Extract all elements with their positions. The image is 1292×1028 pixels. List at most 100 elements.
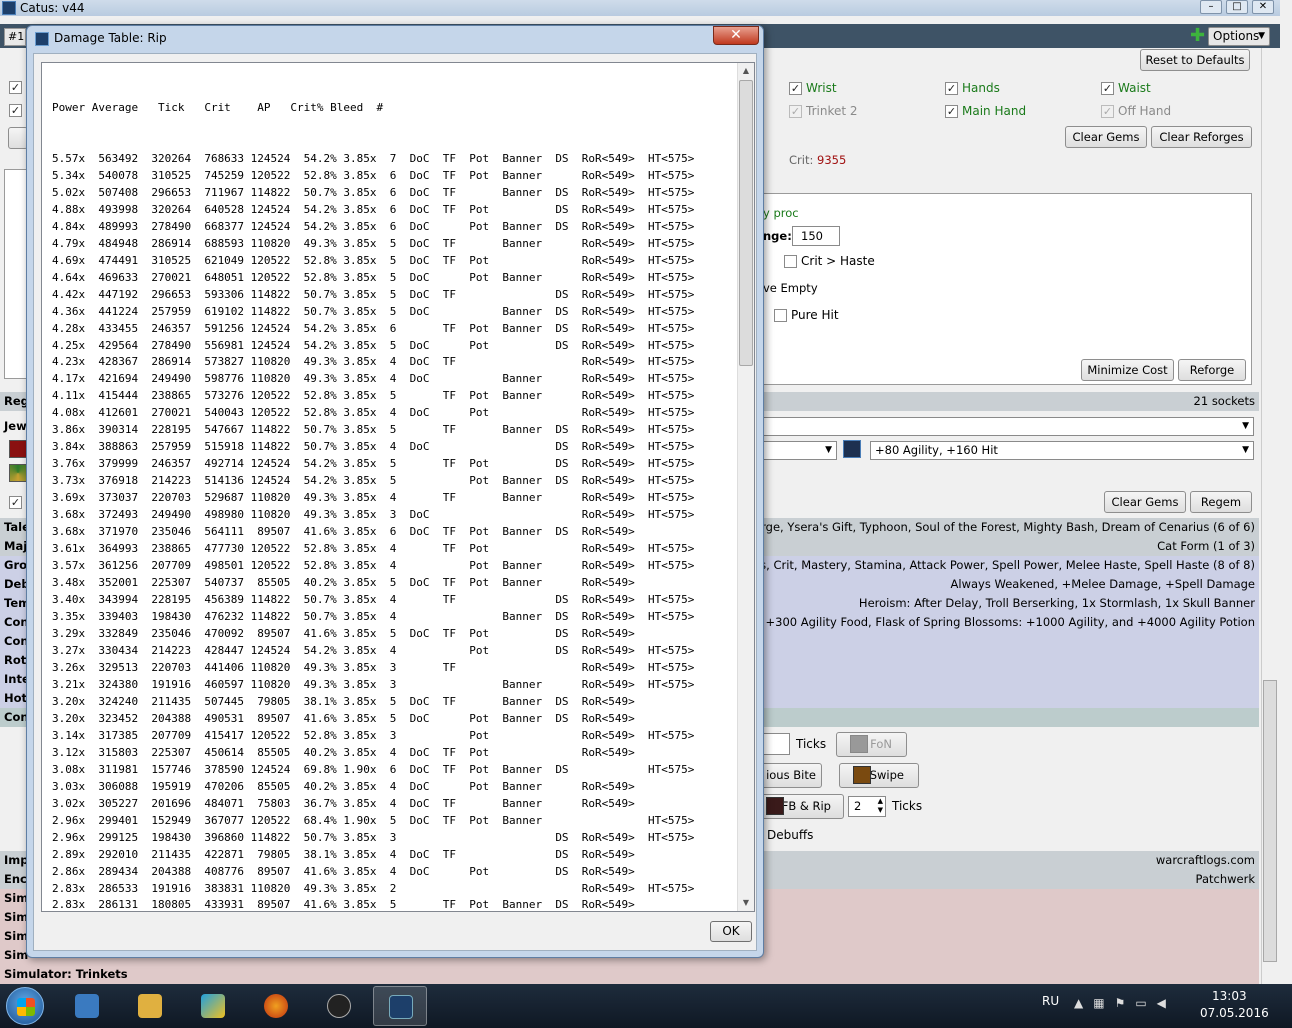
ticks-stepper[interactable] <box>760 733 790 755</box>
main-scrollbar-thumb[interactable] <box>1263 680 1277 962</box>
fb-rip-label: FB & Rip <box>781 799 831 813</box>
damage-table-text[interactable]: Power Average Tick Crit AP Crit% Bleed #… <box>41 62 755 912</box>
scroll-down-icon[interactable]: ▼ <box>738 895 754 911</box>
gem-stats-select[interactable]: +80 Agility, +160 Hit ▼ <box>870 441 1254 460</box>
damage-table-lines: Power Average Tick Crit AP Crit% Bleed #… <box>52 66 695 911</box>
ok-button[interactable]: OK <box>710 921 752 942</box>
table-row: 4.64x 469633 270021 648051 120522 52.8% … <box>52 270 695 284</box>
swipe-label: Swipe <box>869 768 904 782</box>
debuffs-label: Debuffs <box>767 828 814 842</box>
taskbar-catus[interactable] <box>373 986 427 1026</box>
taskbar-firefox[interactable] <box>249 986 303 1026</box>
table-row: 3.68x 372493 249490 498980 110820 49.3% … <box>52 508 695 522</box>
main-scrollbar[interactable] <box>1261 48 1278 984</box>
stepper-arrows-icon[interactable]: ▲ ▼ <box>878 797 883 815</box>
table-rows: 5.57x 563492 320264 768633 124524 54.2% … <box>52 151 695 911</box>
swipe-button[interactable]: Swipe <box>839 763 919 788</box>
profile-tab[interactable]: #1 <box>4 28 26 46</box>
firefox-icon <box>264 994 288 1018</box>
off-hand-checkbox[interactable]: ✓ Off Hand <box>1101 104 1171 118</box>
prismatic-gem-icon <box>9 464 27 482</box>
damage-table-dialog: Damage Table: Rip ✕ Power Average Tick C… <box>26 25 764 958</box>
triangle-app-icon <box>201 994 225 1018</box>
taskbar-simulationcraft[interactable] <box>312 986 366 1026</box>
left-button-fragment[interactable] <box>8 127 28 149</box>
table-row: 4.17x 421694 249490 598776 110820 49.3% … <box>52 372 695 386</box>
waist-checkbox[interactable]: ✓ Waist <box>1101 81 1151 95</box>
ferocious-bite-button[interactable]: ious Bite <box>760 763 822 788</box>
table-row: 3.14x 317385 207709 415417 120522 52.8% … <box>52 728 695 742</box>
table-row: 3.48x 352001 225307 540737 85505 40.2% 3… <box>52 576 635 590</box>
table-row: 4.84x 489993 278490 668377 124524 54.2% … <box>52 219 695 233</box>
clear-gems-button[interactable]: Clear Gems <box>1065 126 1147 148</box>
table-row: 3.35x 339403 198430 476232 114822 50.7% … <box>52 610 695 623</box>
table-row: 3.20x 323452 204388 490531 89507 41.6% 3… <box>52 711 635 725</box>
gem-preset-select[interactable]: ▼ <box>760 417 1254 436</box>
table-row: 2.86x 289434 204388 408776 89507 41.6% 3… <box>52 864 635 878</box>
options-dropdown[interactable]: Options ▼ <box>1208 27 1270 46</box>
maximize-window-button[interactable]: □ <box>1226 0 1248 14</box>
close-window-button[interactable]: ✕ <box>1252 0 1274 14</box>
media-player-icon <box>75 994 99 1018</box>
dialog-scrollbar[interactable]: ▲ ▼ <box>737 63 754 911</box>
tray-icons[interactable]: ▲▦⚑▭◀ <box>1074 996 1176 1010</box>
taskbar-file-explorer[interactable] <box>123 986 177 1026</box>
table-row: 3.73x 376918 214223 514136 124524 54.2% … <box>52 474 695 488</box>
minimize-cost-button[interactable]: Minimize Cost <box>1081 359 1174 381</box>
gem-icon <box>843 440 861 458</box>
taskbar-media-player[interactable] <box>60 986 114 1026</box>
scroll-up-icon[interactable]: ▲ <box>738 63 754 79</box>
regem-button[interactable]: Regem <box>1190 491 1252 513</box>
rip-icon <box>766 797 784 815</box>
options-label: Options <box>1213 29 1260 43</box>
crit-haste-checkbox[interactable]: Crit > Haste <box>784 254 875 268</box>
table-row: 3.76x 379999 246357 492714 124524 54.2% … <box>52 457 695 471</box>
table-row: 5.34x 540078 310525 745259 120522 52.8% … <box>52 168 695 182</box>
gem-stats-label: +80 Agility, +160 Hit <box>875 443 998 457</box>
language-indicator[interactable]: RU <box>1042 994 1059 1008</box>
gem-checkbox[interactable]: ✓ <box>9 496 22 509</box>
fon-button[interactable]: FoN <box>836 732 907 757</box>
reforge-button[interactable]: Reforge <box>1178 359 1246 381</box>
folder-icon <box>138 994 162 1018</box>
reset-defaults-button[interactable]: Reset to Defaults <box>1140 49 1250 71</box>
trinket2-checkbox[interactable]: ✓ Trinket 2 <box>789 104 858 118</box>
left-checkbox-2[interactable]: ✓ <box>9 104 22 117</box>
hands-checkbox[interactable]: ✓ Hands <box>945 81 1000 95</box>
dialog-scrollbar-thumb[interactable] <box>739 80 753 366</box>
table-row: 4.11x 415444 238865 573276 120522 52.8% … <box>52 389 695 403</box>
dialog-icon <box>35 32 49 46</box>
gem-type-select[interactable]: ▼ <box>760 441 837 460</box>
crit-value: 9355 <box>817 153 847 167</box>
main-hand-checkbox[interactable]: ✓ Main Hand <box>945 104 1026 118</box>
ticks-label-2: Ticks <box>892 799 923 813</box>
table-row: 2.96x 299125 198430 396860 114822 50.7% … <box>52 830 695 844</box>
chevron-down-icon: ▼ <box>1242 445 1249 455</box>
crit-label: Crit: <box>789 153 814 167</box>
fb-rip-ticks-stepper[interactable]: 2 ▲ ▼ <box>848 796 886 817</box>
start-button[interactable] <box>6 987 44 1025</box>
left-checkbox-1[interactable]: ✓ <box>9 81 22 94</box>
leave-empty-label: ve Empty <box>763 281 818 295</box>
table-row: 3.57x 361256 207709 498501 120522 52.8% … <box>52 559 695 573</box>
range-input[interactable]: 150 <box>792 226 840 246</box>
wrist-checkbox[interactable]: ✓ Wrist <box>789 81 837 95</box>
add-profile-icon[interactable]: ✚ <box>1190 27 1205 45</box>
clear-gems-button-2[interactable]: Clear Gems <box>1104 491 1186 513</box>
simulator-trinkets-bar[interactable]: Simulator: Trinkets <box>0 965 1259 984</box>
table-row: 4.69x 474491 310525 621049 120522 52.8% … <box>52 253 695 267</box>
dialog-close-button[interactable]: ✕ <box>713 26 759 45</box>
minimize-window-button[interactable]: – <box>1200 0 1222 14</box>
table-row: 3.69x 373037 220703 529687 110820 49.3% … <box>52 491 695 505</box>
clock-time[interactable]: 13:03 <box>1212 989 1247 1003</box>
table-row: 3.27x 330434 214223 428447 124524 54.2% … <box>52 643 695 657</box>
red-gem-icon <box>9 440 27 458</box>
taskbar-autodesk[interactable] <box>186 986 240 1026</box>
simc-icon <box>327 994 351 1018</box>
crit-stat: Crit: 9355 <box>789 153 846 167</box>
clear-reforges-button[interactable]: Clear Reforges <box>1151 126 1252 148</box>
clock-date[interactable]: 07.05.2016 <box>1200 1006 1269 1020</box>
fon-icon <box>850 735 868 753</box>
table-row: 3.26x 329513 220703 441406 110820 49.3% … <box>52 660 695 674</box>
pure-hit-checkbox[interactable]: Pure Hit <box>774 308 839 322</box>
